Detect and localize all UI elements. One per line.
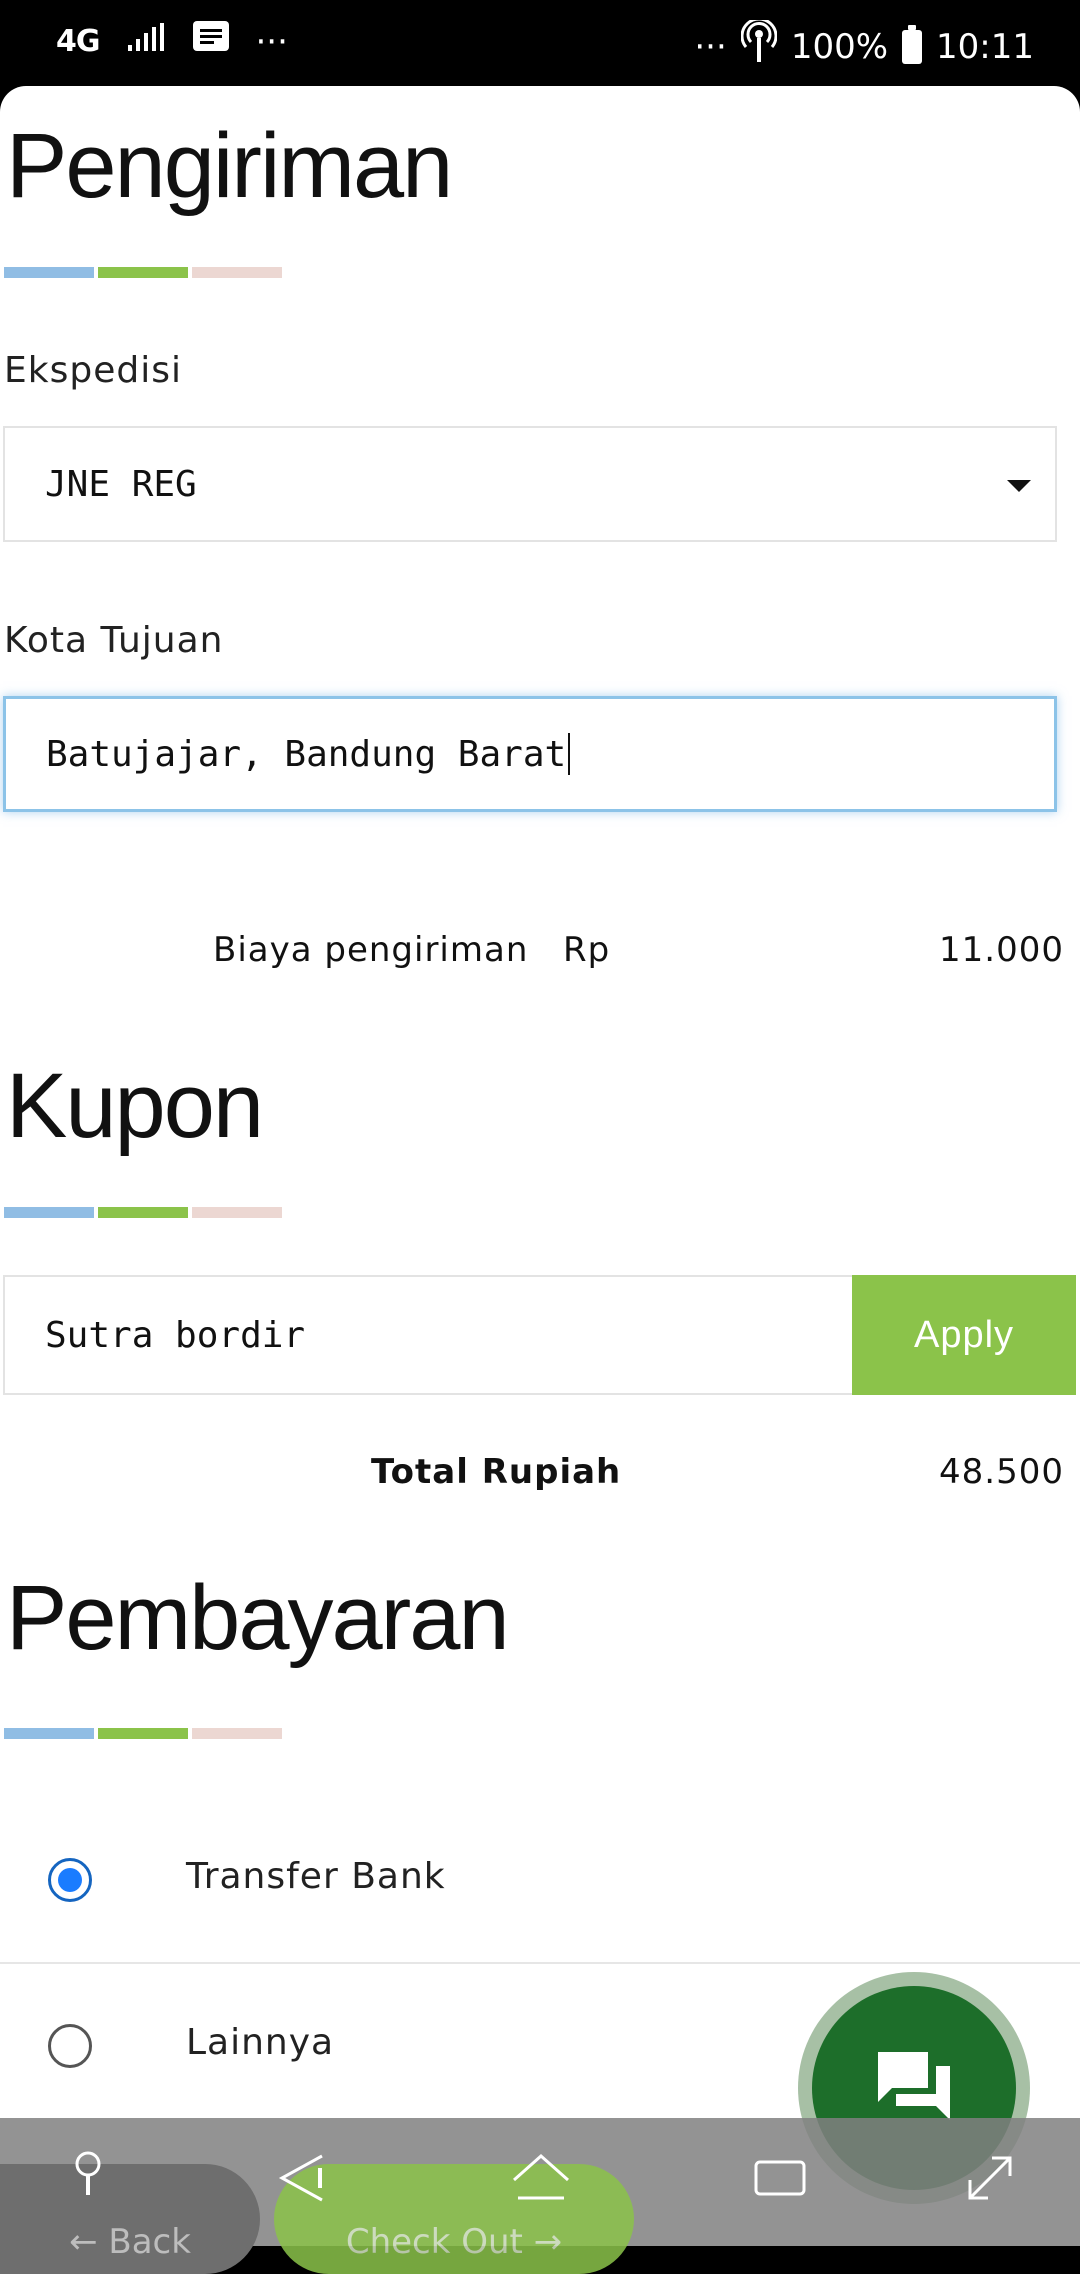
title-underline	[4, 1207, 282, 1218]
courier-label: Ekspedisi	[4, 350, 182, 391]
payment-option-label: Transfer Bank	[186, 1856, 446, 1897]
city-input[interactable]: Batujajar, Bandung Barat	[3, 696, 1057, 812]
city-value: Batujajar, Bandung Barat	[46, 733, 567, 775]
shipping-cost-currency: Rp	[563, 930, 611, 970]
home-nav-icon[interactable]	[510, 2150, 572, 2210]
back-button[interactable]: ← Back	[0, 2164, 260, 2274]
payment-title: Pembayaran	[6, 1567, 510, 1669]
payment-option-transfer[interactable]: Transfer Bank	[0, 1798, 1080, 1964]
courier-value: JNE REG	[45, 463, 197, 505]
courier-select[interactable]: JNE REG	[3, 426, 1057, 542]
battery-icon	[902, 24, 923, 64]
chevron-down-icon	[1007, 480, 1031, 492]
checkout-label: Check Out →	[345, 2222, 563, 2262]
checkout-page: Pengiriman Ekspedisi JNE REG Kota Tujuan…	[0, 86, 1080, 2246]
status-bar: 4G ··· ··· 100% 10:11	[0, 0, 1080, 88]
back-label: ← Back	[69, 2222, 191, 2262]
apply-coupon-button[interactable]: Apply	[852, 1275, 1076, 1395]
text-caret	[568, 733, 571, 775]
status-left: 4G ···	[56, 20, 288, 63]
payment-option-label: Lainnya	[186, 2022, 335, 2063]
coupon-value: Sutra bordir	[45, 1314, 306, 1356]
shipping-cost-label: Biaya pengiriman	[213, 930, 529, 970]
shipping-title: Pengiriman	[6, 115, 453, 217]
overflow-left: ···	[255, 21, 288, 62]
coupon-title: Kupon	[6, 1055, 264, 1157]
radio-unchecked-icon[interactable]	[48, 2024, 92, 2068]
expand-icon[interactable]	[962, 2150, 1018, 2210]
total-value: 48.500	[939, 1452, 1064, 1492]
city-label: Kota Tujuan	[4, 620, 224, 661]
battery-percent: 100%	[790, 26, 889, 67]
network-type: 4G	[56, 24, 100, 59]
title-underline	[4, 1728, 282, 1739]
clock: 10:11	[936, 26, 1034, 67]
radio-checked-icon[interactable]	[48, 1858, 92, 1902]
back-nav-icon[interactable]	[274, 2150, 330, 2210]
chat-icon	[874, 2048, 954, 2128]
status-right: ··· 100% 10:11	[694, 17, 1034, 73]
message-icon	[192, 20, 230, 63]
title-underline	[4, 267, 282, 278]
total-label: Total Rupiah	[371, 1452, 622, 1492]
shipping-cost-value: 11.000	[939, 930, 1064, 970]
pin-icon[interactable]	[68, 2150, 108, 2204]
recents-nav-icon[interactable]	[752, 2150, 808, 2210]
hotspot-icon	[740, 17, 778, 73]
overflow-right: ···	[694, 26, 727, 67]
coupon-input[interactable]: Sutra bordir	[3, 1275, 855, 1395]
signal-icon	[126, 22, 166, 62]
